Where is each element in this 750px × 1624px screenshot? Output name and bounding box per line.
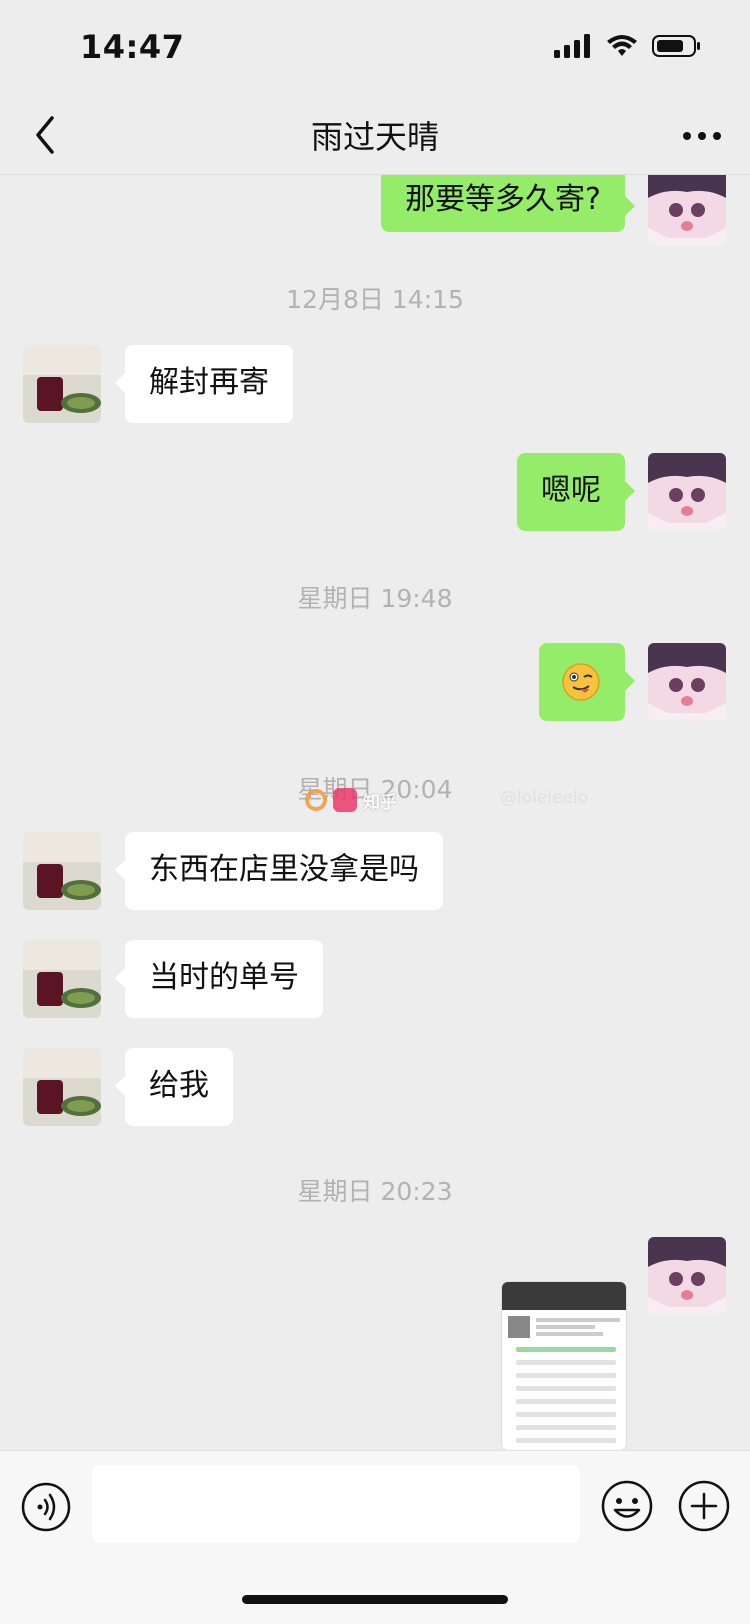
sent-message[interactable]: 嗯呢 bbox=[517, 453, 635, 531]
more-icon bbox=[683, 132, 721, 140]
chat-title: 雨过天晴 bbox=[310, 118, 439, 156]
status-bar: 14:47 bbox=[0, 0, 750, 96]
contact-avatar[interactable] bbox=[23, 940, 101, 1018]
thumbnail-product-image bbox=[508, 1316, 530, 1338]
watermark-app-icon bbox=[333, 788, 357, 812]
battery-icon bbox=[652, 35, 700, 57]
chat-header: 雨过天晴 bbox=[0, 96, 750, 175]
my-avatar[interactable] bbox=[648, 453, 726, 531]
my-avatar[interactable] bbox=[648, 1237, 726, 1315]
input-bar bbox=[0, 1450, 750, 1624]
watermark-handle: @loleleelo bbox=[500, 788, 589, 808]
image-message[interactable] bbox=[502, 1282, 626, 1450]
contact-avatar[interactable] bbox=[23, 832, 101, 910]
wifi-icon bbox=[607, 35, 637, 56]
home-indicator bbox=[242, 1595, 508, 1604]
received-message[interactable]: 给我 bbox=[115, 1048, 233, 1126]
plus-icon bbox=[678, 1480, 730, 1532]
signal-icon bbox=[554, 34, 590, 58]
contact-avatar[interactable] bbox=[23, 1048, 101, 1126]
more-actions-button[interactable] bbox=[677, 1479, 731, 1533]
status-icons bbox=[554, 34, 702, 58]
sent-message[interactable]: 那要等多久寄? bbox=[381, 175, 635, 232]
message-input[interactable] bbox=[92, 1465, 580, 1543]
watermark: 知乎 bbox=[305, 785, 505, 815]
timestamp: 12月8日 14:15 bbox=[286, 285, 464, 314]
smiley-icon bbox=[601, 1480, 653, 1532]
received-message[interactable]: 解封再寄 bbox=[115, 345, 293, 423]
thumbnail-info bbox=[502, 1310, 626, 1339]
watermark-brand: 知乎 bbox=[363, 792, 397, 813]
winking-tongue-emoji-icon bbox=[562, 662, 600, 701]
received-message[interactable]: 东西在店里没拿是吗 bbox=[115, 832, 443, 910]
thumbnail-header bbox=[502, 1282, 626, 1310]
status-time: 14:47 bbox=[80, 28, 185, 66]
timestamp: 星期日 19:48 bbox=[297, 584, 453, 613]
timestamp: 星期日 20:23 bbox=[297, 1177, 453, 1206]
my-avatar[interactable] bbox=[648, 643, 726, 721]
received-message[interactable]: 当时的单号 bbox=[115, 940, 323, 1018]
voice-icon bbox=[21, 1482, 71, 1532]
my-avatar[interactable] bbox=[648, 175, 726, 246]
more-button[interactable] bbox=[680, 118, 724, 154]
sent-emoji-message[interactable] bbox=[539, 643, 635, 721]
contact-avatar[interactable] bbox=[23, 345, 101, 423]
emoji-button[interactable] bbox=[600, 1479, 654, 1533]
watermark-logo-icon bbox=[305, 789, 327, 811]
voice-button[interactable] bbox=[20, 1481, 72, 1533]
